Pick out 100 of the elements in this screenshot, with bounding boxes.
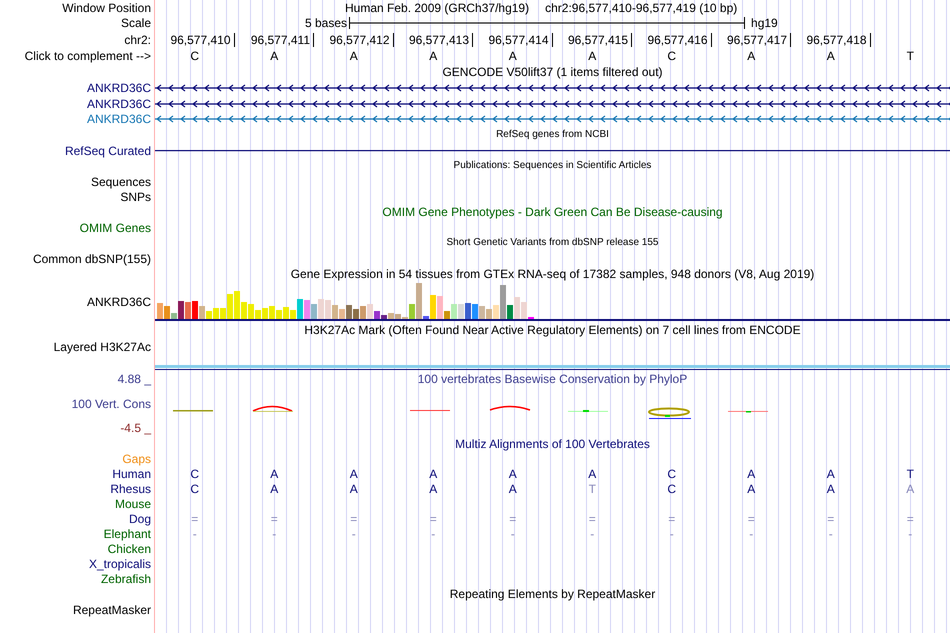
scale-bar-icon (349, 17, 746, 29)
alignment-base: - (828, 528, 833, 540)
alignment-base: - (590, 528, 594, 540)
assembly-title: Human Feb. 2009 (GRCh37/hg19) (345, 2, 530, 14)
alignment-base: - (352, 528, 356, 540)
track-title: Publications: Sequences in Scientific Articles (454, 161, 652, 171)
alignment-base: = (668, 512, 676, 524)
alignment-base: A (350, 468, 358, 480)
scale-min: -4.5 _ (120, 422, 151, 434)
alignment-base: A (747, 482, 756, 494)
scale-text: hg19 (751, 17, 778, 29)
gene-label[interactable]: ANKRD36C (86, 98, 151, 110)
track-label[interactable]: OMIM Genes (80, 222, 151, 234)
species-label[interactable]: Chicken (108, 542, 151, 554)
position-text: chr2:96,577,410-96,577,419 (10 bp) (545, 2, 738, 14)
track-title: 100 vertebrates Basewise Conservation by PhyloP (418, 373, 688, 385)
alignment-base: A (429, 482, 438, 494)
alignment-base: A (826, 482, 835, 494)
base-letter: C (190, 50, 200, 62)
base-letter: T (906, 50, 914, 62)
base-letter: A (588, 50, 596, 62)
position-label: 96,577,418 (806, 32, 870, 46)
position-label: 96,577,414 (488, 32, 552, 46)
alignment-base: A (508, 468, 517, 480)
alignment-base: = (191, 512, 198, 524)
track-label[interactable]: RefSeq Curated (64, 144, 151, 156)
species-label[interactable]: X_tropicalis (88, 558, 151, 570)
position-label: 96,577,410 (170, 32, 234, 46)
gene-line-drawing[interactable] (155, 83, 950, 93)
alignment-base: T (906, 468, 914, 480)
track-label[interactable]: Sequences (90, 176, 151, 188)
species-label[interactable]: Elephant (104, 528, 151, 540)
base-letter: A (350, 50, 358, 62)
position-label: 96,577,411 (250, 32, 314, 46)
alignment-base: = (906, 512, 914, 524)
alignment-base: A (826, 468, 835, 480)
alignment-base: - (908, 528, 912, 540)
alignment-base: = (270, 512, 278, 524)
track-title: Repeating Elements by RepeatMasker (450, 588, 656, 600)
position-label: 96,577,413 (408, 32, 473, 46)
row-label: chr2: (124, 34, 151, 46)
track-label[interactable]: RepeatMasker (72, 604, 151, 616)
alignment-base: = (350, 512, 358, 524)
position-label: 96,577,417 (726, 32, 791, 46)
track-label[interactable]: Common dbSNP(155) (32, 252, 151, 264)
gene-line-drawing[interactable] (155, 98, 950, 108)
track-title: Short Genetic Variants from dbSNP release 155 (446, 238, 658, 248)
base-letter: A (747, 50, 756, 62)
alignment-base: A (508, 482, 517, 494)
complement-link[interactable]: Click to complement --> (24, 50, 151, 62)
alignment-base: A (270, 482, 278, 494)
species-label[interactable]: Zebrafish (100, 572, 151, 584)
alignment-base: C (667, 468, 676, 480)
position-label: 96,577,416 (647, 32, 712, 46)
alignment-base: A (350, 482, 358, 494)
position-label: 96,577,412 (329, 32, 394, 46)
track-label[interactable]: Layered H3K27Ac (54, 341, 151, 353)
track-title: RefSeq genes from NCBI (496, 130, 609, 140)
gene-label[interactable]: ANKRD36C (86, 82, 151, 94)
track-title: Multiz Alignments of 100 Vertebrates (455, 438, 650, 450)
track-title: GENCODE V50lift37 (1 items filtered out) (442, 66, 663, 78)
alignment-base: A (747, 468, 756, 480)
track-label[interactable]: SNPs (120, 190, 151, 202)
species-label[interactable]: Dog (128, 512, 151, 524)
track-title: OMIM Gene Phenotypes - Dark Green Can Be Disease-causing (382, 206, 723, 218)
base-letter: A (270, 50, 278, 62)
alignment-base: - (510, 528, 515, 540)
alignment-base: = (748, 512, 755, 524)
alignment-base: C (667, 482, 676, 494)
alignment-base: A (906, 482, 914, 494)
base-letter: A (508, 50, 517, 62)
alignment-base: C (190, 482, 200, 494)
alignment-base: - (670, 528, 674, 540)
alignment-base: A (429, 468, 438, 480)
alignment-base: - (192, 528, 197, 540)
base-letter: A (826, 50, 835, 62)
alignment-base: - (272, 528, 276, 540)
scale-max: 4.88 _ (118, 373, 151, 385)
alignment-base: A (270, 468, 278, 480)
position-label: 96,577,415 (568, 32, 632, 46)
alignment-base: - (749, 528, 754, 540)
gene-label[interactable]: ANKRD36C (86, 113, 151, 125)
species-label[interactable]: Mouse (114, 498, 151, 510)
track-title: H3K27Ac Mark (Often Found Near Active Regulatory Elements) on 7 cell lines from ENCODE (304, 324, 801, 336)
base-letter: A (429, 50, 438, 62)
alignment-base: A (588, 468, 596, 480)
species-label[interactable]: Human (112, 468, 151, 480)
alignment-base: = (430, 512, 437, 524)
row-label: Window Position (62, 2, 151, 14)
row-label: Scale (120, 17, 151, 29)
track-title: Gene Expression in 54 tissues from GTEx RNA-seq of 17382 samples, 948 donors (V8, Aug 2019) (290, 268, 814, 280)
alignment-base: C (190, 468, 200, 480)
alignment-base: - (431, 528, 436, 540)
alignment-base: = (509, 512, 516, 524)
species-label[interactable]: Rhesus (110, 482, 151, 494)
track-label[interactable]: 100 Vert. Cons (72, 398, 151, 410)
alignment-base: T (588, 482, 596, 494)
track-label[interactable]: ANKRD36C (86, 296, 151, 308)
gene-line-drawing[interactable] (155, 150, 950, 152)
scale-text: 5 bases (305, 17, 348, 29)
